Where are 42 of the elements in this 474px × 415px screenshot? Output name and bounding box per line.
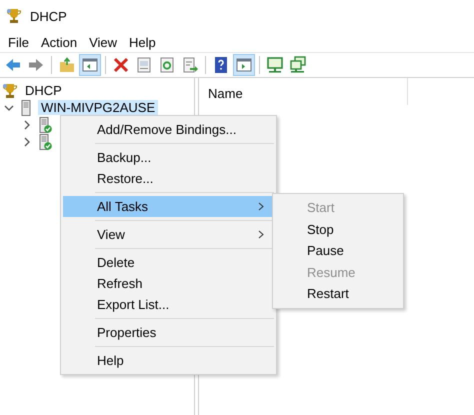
forward-arrow-icon — [27, 56, 45, 74]
properties-icon — [135, 56, 153, 74]
tree-item[interactable]: DHCP — [22, 83, 65, 98]
menu-item[interactable]: Add/Remove Bindings... — [63, 119, 274, 140]
column-header[interactable]: Name — [199, 78, 408, 105]
server-check-icon — [38, 116, 52, 132]
menu-item[interactable]: Help — [123, 34, 162, 50]
menu-item[interactable]: Backup... — [63, 147, 274, 168]
trophy-icon — [2, 82, 18, 98]
menu-item[interactable]: Pause — [273, 240, 403, 262]
window-title: DHCP — [30, 8, 67, 24]
menu-item[interactable]: Properties — [63, 322, 274, 343]
folder-up-icon — [58, 56, 76, 74]
menu-item[interactable]: View — [63, 224, 274, 245]
chevron-right-icon[interactable] — [22, 120, 32, 130]
chevron-down-icon[interactable] — [4, 102, 14, 112]
refresh-icon — [158, 56, 176, 74]
menu-item[interactable]: Restore... — [63, 168, 274, 189]
server-check-icon — [38, 134, 52, 150]
pane-icon — [81, 56, 99, 74]
menu-item[interactable]: All Tasks — [63, 196, 274, 217]
menu-item[interactable]: Delete — [63, 252, 274, 273]
close-icon — [112, 56, 130, 74]
toolbar-button[interactable] — [233, 54, 255, 76]
menu-item[interactable]: Action — [34, 34, 84, 50]
monitor-icon — [266, 56, 284, 74]
monitors-icon — [289, 56, 307, 74]
pane-icon — [235, 56, 253, 74]
menu-item[interactable]: Restart — [273, 283, 403, 304]
back-arrow-icon — [4, 56, 22, 74]
tree-item[interactable]: WIN-MIVPG2AUSE — [38, 100, 158, 115]
menu-item[interactable]: File — [2, 34, 35, 50]
menu-item[interactable]: Export List... — [63, 294, 274, 315]
menu-item[interactable]: View — [83, 34, 124, 50]
chevron-right-icon[interactable] — [22, 136, 32, 146]
help-icon — [212, 56, 230, 74]
menu-item[interactable]: Refresh — [63, 273, 274, 294]
toolbar-button[interactable] — [79, 54, 101, 76]
menu-item[interactable]: Stop — [273, 218, 403, 240]
trophy-icon — [6, 8, 22, 24]
export-icon — [181, 56, 199, 74]
menu-item[interactable]: Help — [63, 350, 274, 371]
